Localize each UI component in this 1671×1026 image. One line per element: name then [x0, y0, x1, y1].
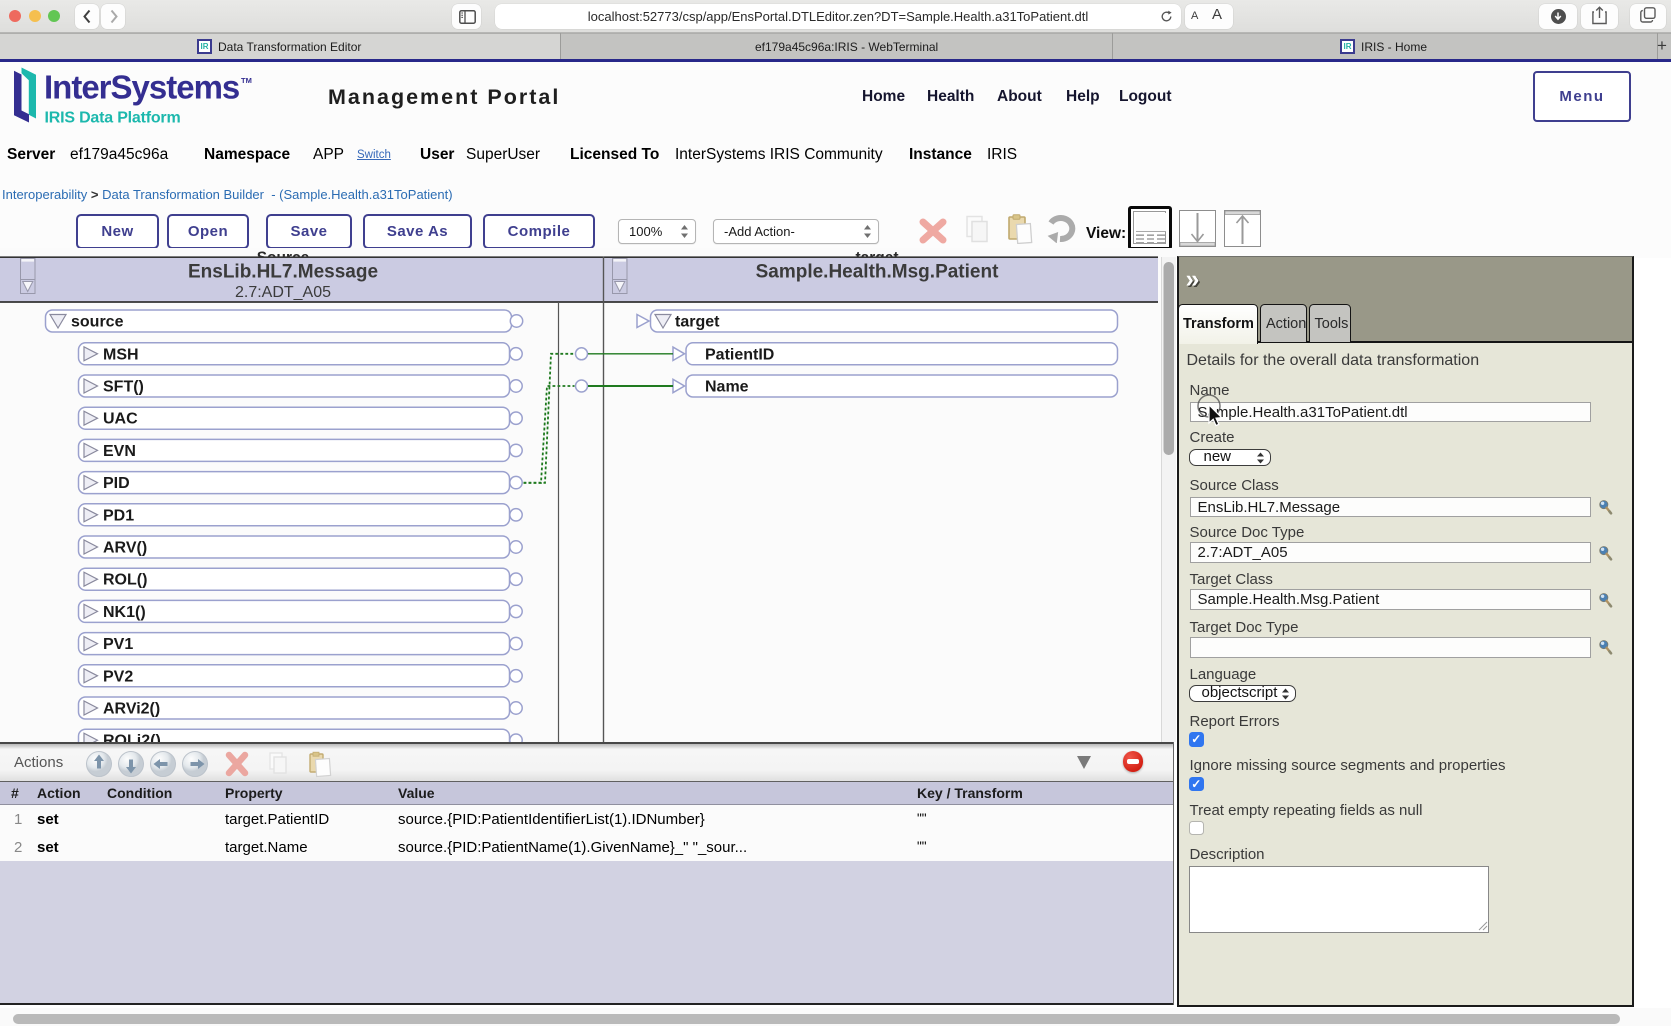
svg-text:Name: Name: [705, 379, 749, 396]
svg-text:IRIS Data Platform: IRIS Data Platform: [45, 110, 181, 127]
svg-text:MSH: MSH: [103, 346, 139, 363]
svg-text:ARV(): ARV(): [103, 540, 147, 557]
svg-text:ARVi2(): ARVi2(): [103, 701, 160, 718]
svg-text:UAC: UAC: [103, 411, 138, 428]
svg-text:Sample.Health.Msg.Patient: Sample.Health.Msg.Patient: [756, 262, 1000, 283]
svg-text:NK1(): NK1(): [103, 604, 146, 621]
svg-text:target: target: [675, 314, 720, 331]
svg-text:PD1: PD1: [103, 507, 134, 524]
svg-text:TM: TM: [241, 76, 252, 85]
svg-text:EVN: EVN: [103, 443, 136, 460]
svg-text:EnsLib.HL7.Message: EnsLib.HL7.Message: [188, 262, 378, 283]
svg-text:PV1: PV1: [103, 636, 133, 653]
svg-text:PID: PID: [103, 475, 130, 492]
svg-text:ROL(): ROL(): [103, 572, 147, 589]
svg-text:ROLi2(): ROLi2(): [103, 733, 161, 742]
svg-text:PV2: PV2: [103, 668, 133, 685]
svg-text:SFT(): SFT(): [103, 379, 144, 396]
svg-text:InterSystems: InterSystems: [44, 69, 239, 106]
svg-text:PatientID: PatientID: [705, 346, 774, 363]
svg-text:source: source: [71, 314, 124, 331]
svg-text:2.7:ADT_A05: 2.7:ADT_A05: [235, 284, 331, 301]
